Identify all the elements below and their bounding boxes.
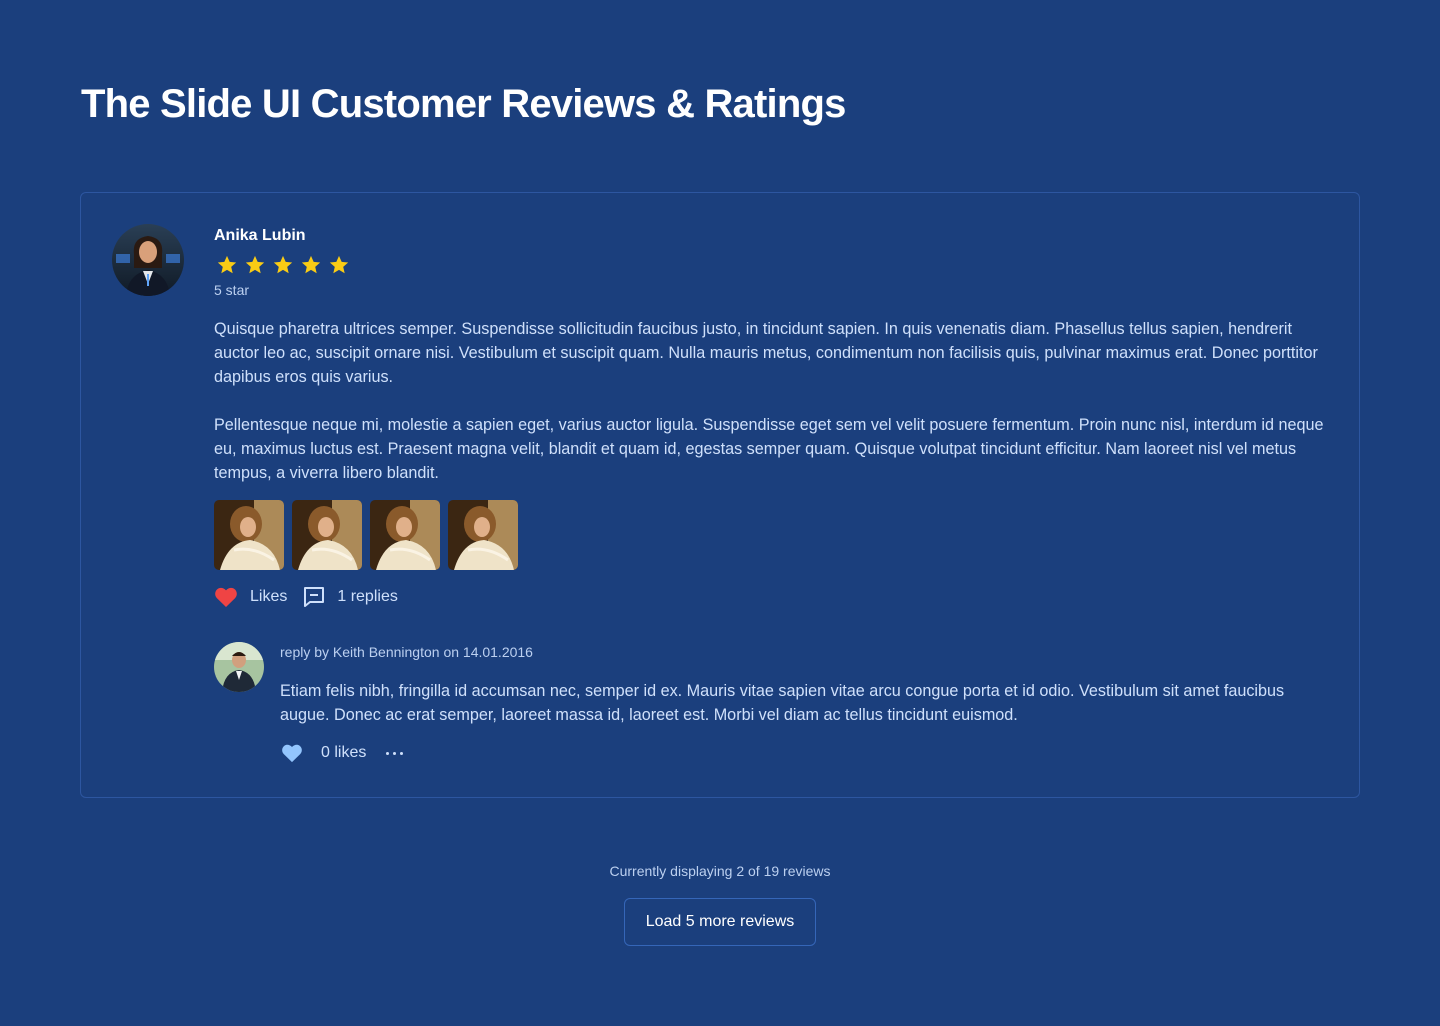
reply-text: Etiam felis nibh, fringilla id accumsan … xyxy=(280,682,1285,724)
reply-author-avatar xyxy=(214,642,264,692)
dot xyxy=(386,751,390,755)
reply-like-button[interactable]: 0 likes xyxy=(281,743,366,763)
comment-icon xyxy=(304,587,325,607)
likes-label: Likes xyxy=(250,588,288,605)
reviews-count-status: Currently displaying 2 of 19 reviews xyxy=(609,863,831,879)
star-icon xyxy=(245,255,265,274)
rating-label: 5 star xyxy=(214,282,250,298)
review-photo-thumbnail[interactable] xyxy=(214,500,284,570)
review-actions: Likes 1 replies xyxy=(214,586,398,608)
replies-label: 1 replies xyxy=(337,588,398,605)
reviewer-avatar xyxy=(112,224,184,296)
star-icon xyxy=(273,255,293,274)
reviews-page: The Slide UI Customer Reviews & Ratings xyxy=(0,0,1440,1026)
reply-actions: 0 likes xyxy=(281,743,405,763)
star-rating xyxy=(215,254,351,276)
review-photo-thumbnail[interactable] xyxy=(292,500,362,570)
reviewer-name: Anika Lubin xyxy=(214,227,306,244)
star-icon xyxy=(301,255,321,274)
review-photos xyxy=(214,500,518,570)
heart-icon xyxy=(215,587,237,607)
reply-likes-label: 0 likes xyxy=(321,744,367,761)
review-text: Quisque pharetra ultrices semper. Suspen… xyxy=(214,317,1334,485)
star-icon xyxy=(329,255,349,274)
replies-button[interactable]: 1 replies xyxy=(303,586,398,608)
review-paragraph: Quisque pharetra ultrices semper. Suspen… xyxy=(214,320,1318,386)
dot xyxy=(400,751,404,755)
page-title: The Slide UI Customer Reviews & Ratings xyxy=(81,82,846,126)
dot xyxy=(393,751,397,755)
review-photo-thumbnail[interactable] xyxy=(448,500,518,570)
load-more-button[interactable]: Load 5 more reviews xyxy=(624,898,816,946)
star-icon xyxy=(217,255,237,274)
review-photo-thumbnail[interactable] xyxy=(370,500,440,570)
like-button[interactable]: Likes xyxy=(214,586,287,608)
review-card: Anika Lubin 5 star Quisque pharetra ultr… xyxy=(80,192,1360,798)
reply-meta: reply by Keith Bennington on 14.01.2016 xyxy=(280,644,533,660)
review-paragraph: Pellentesque neque mi, molestie a sapien… xyxy=(214,416,1324,482)
more-horizontal-icon[interactable] xyxy=(384,748,405,759)
heart-icon xyxy=(282,744,302,763)
